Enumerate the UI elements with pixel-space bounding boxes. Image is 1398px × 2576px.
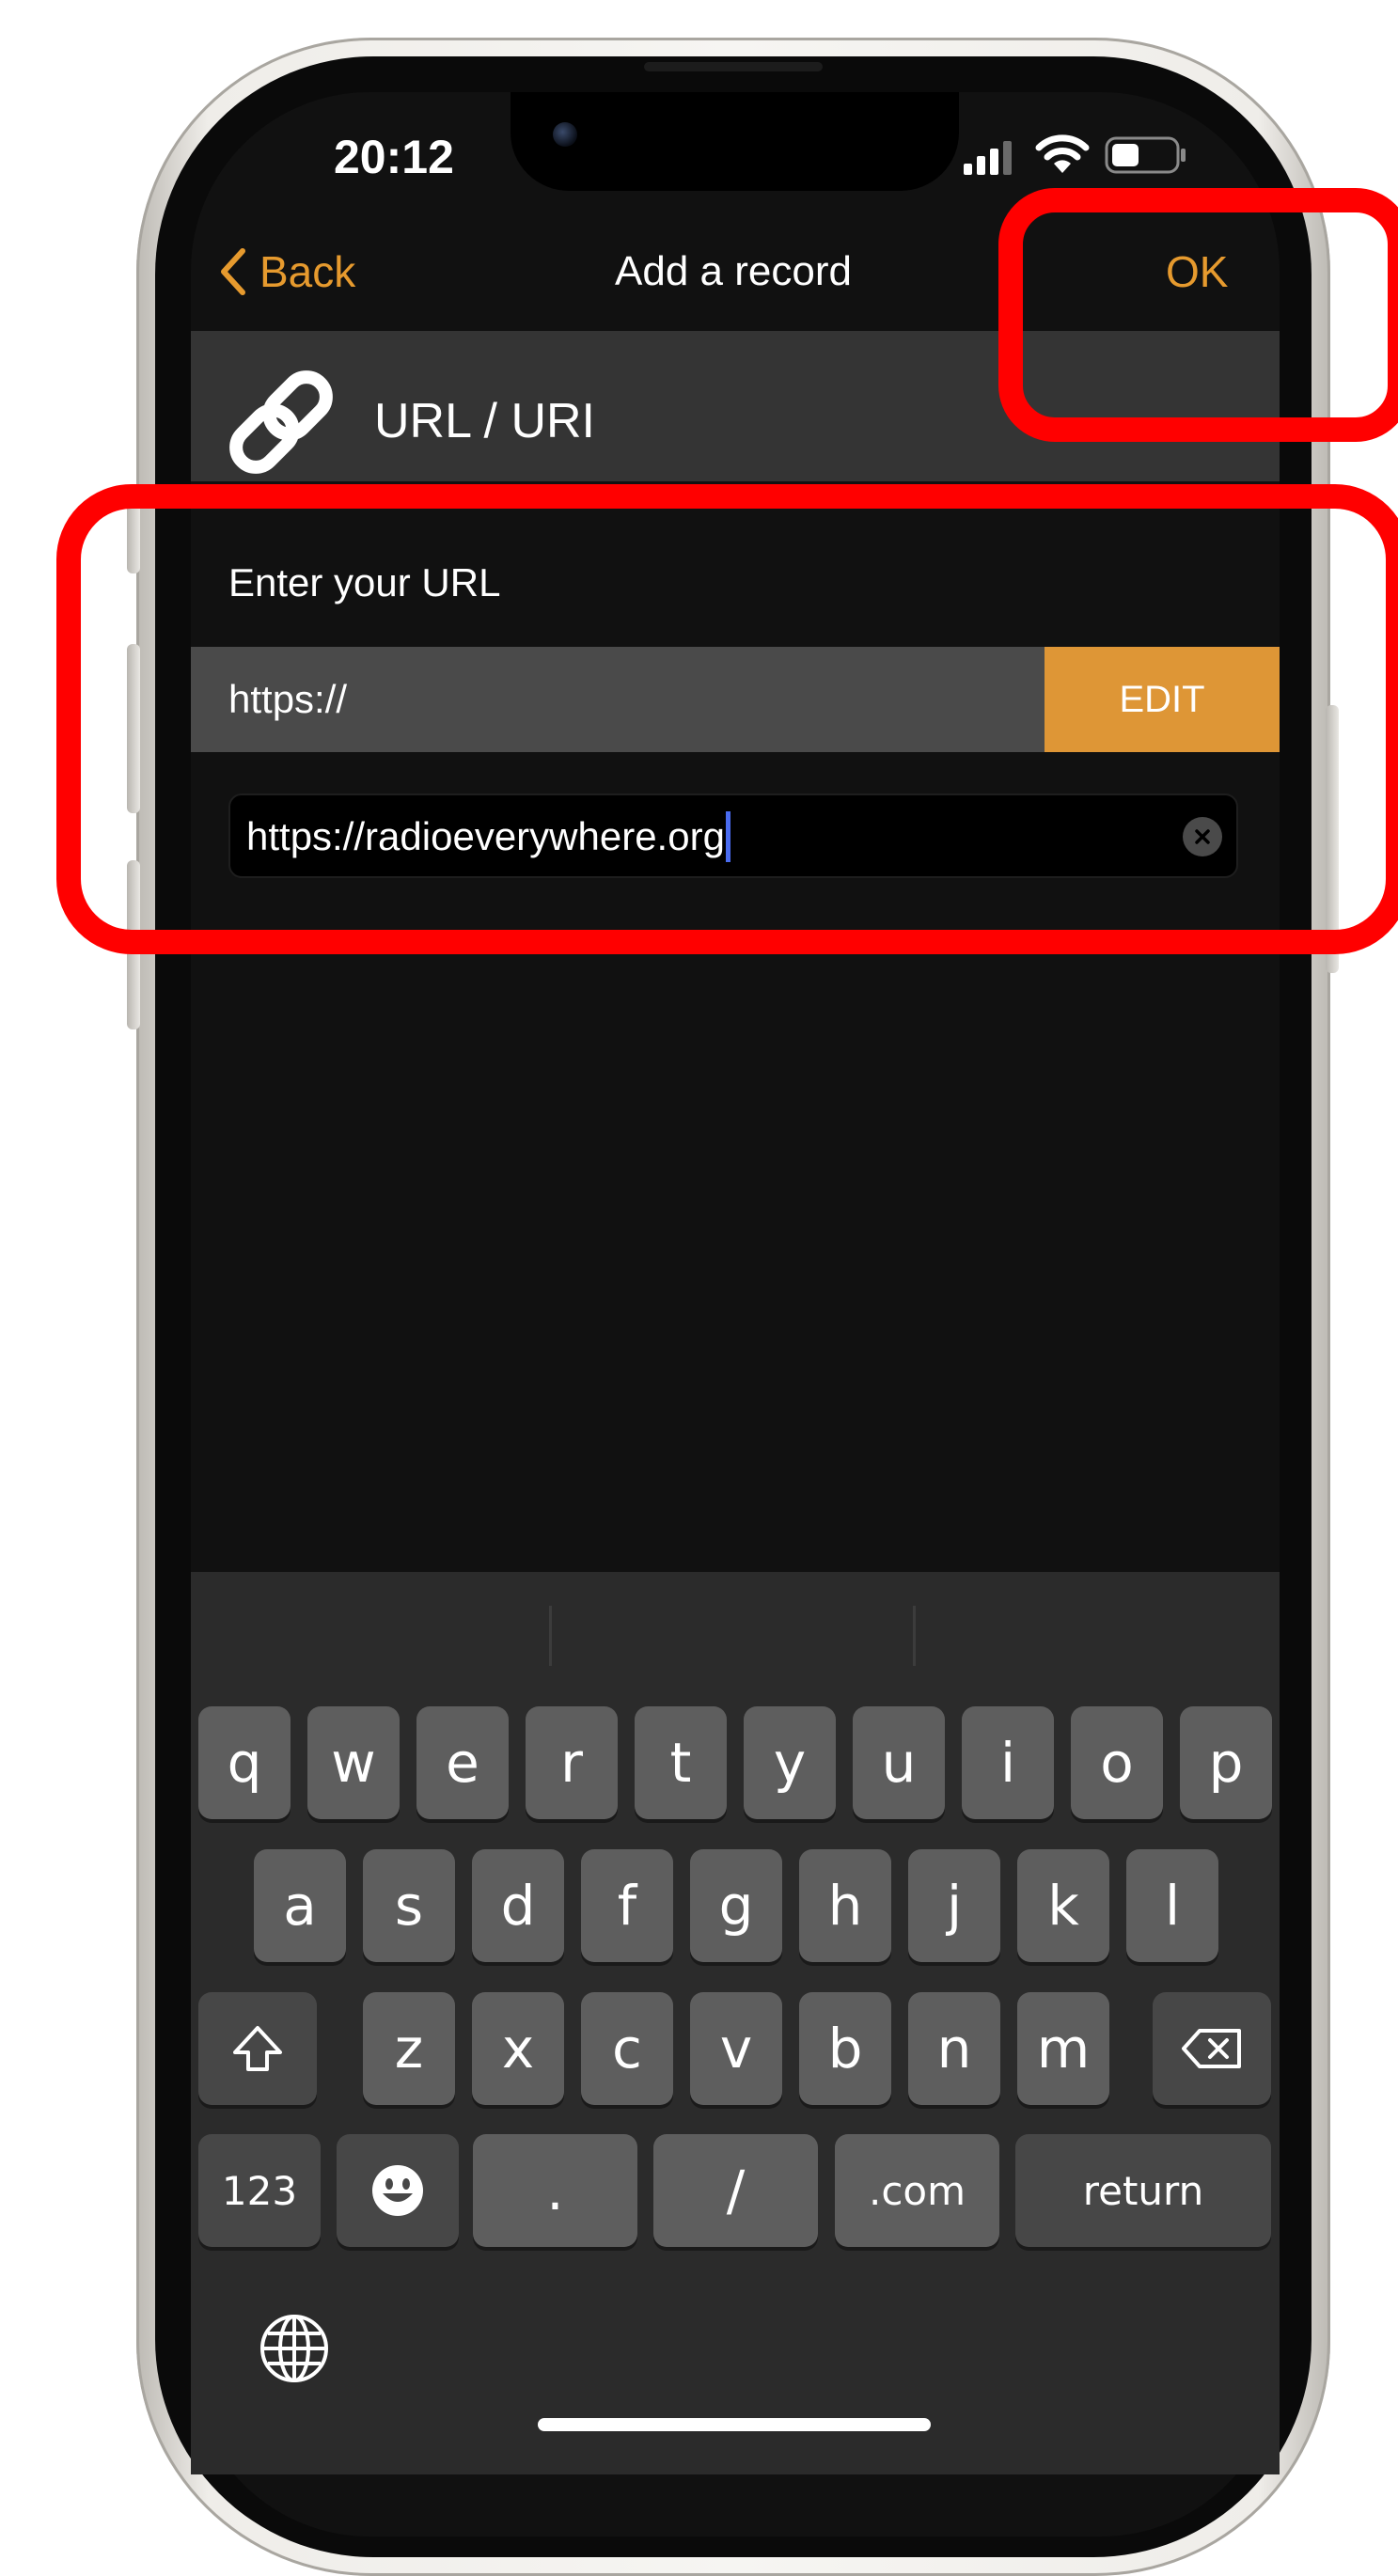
key-p[interactable]: p (1180, 1706, 1272, 1819)
key-i[interactable]: i (962, 1706, 1054, 1819)
notch (511, 92, 959, 191)
key-f[interactable]: f (581, 1849, 673, 1962)
key-h[interactable]: h (799, 1849, 891, 1962)
key-k[interactable]: k (1017, 1849, 1109, 1962)
period-key[interactable]: . (473, 2134, 637, 2247)
status-time: 20:12 (334, 131, 454, 183)
key-v[interactable]: v (690, 1992, 782, 2105)
link-icon (229, 370, 333, 474)
highlight-ok-button (998, 188, 1398, 442)
slash-key[interactable]: / (653, 2134, 818, 2247)
back-button[interactable]: Back (218, 246, 355, 297)
key-b[interactable]: b (799, 1992, 891, 2105)
prediction-divider (913, 1606, 916, 1666)
record-type-label: URL / URI (374, 394, 595, 448)
numbers-key[interactable]: 123 (198, 2134, 321, 2247)
globe-icon[interactable] (259, 2313, 330, 2384)
delete-key[interactable] (1153, 1992, 1271, 2105)
key-m[interactable]: m (1017, 1992, 1109, 2105)
page-title: Add a record (615, 248, 852, 294)
prediction-divider (549, 1606, 552, 1666)
key-w[interactable]: w (307, 1706, 400, 1819)
key-a[interactable]: a (254, 1849, 346, 1962)
key-t[interactable]: t (635, 1706, 727, 1819)
battery-icon (1105, 136, 1186, 174)
return-key[interactable]: return (1015, 2134, 1271, 2247)
cellular-signal-icon (964, 141, 1012, 175)
back-label: Back (259, 247, 356, 296)
backspace-icon (1182, 2029, 1241, 2068)
highlight-url-section (56, 484, 1398, 954)
speaker-grille (644, 62, 823, 71)
key-u[interactable]: u (853, 1706, 945, 1819)
key-q[interactable]: q (198, 1706, 291, 1819)
home-indicator (538, 2418, 931, 2431)
key-y[interactable]: y (744, 1706, 836, 1819)
key-s[interactable]: s (363, 1849, 455, 1962)
key-z[interactable]: z (363, 1992, 455, 2105)
key-x[interactable]: x (472, 1992, 564, 2105)
key-l[interactable]: l (1126, 1849, 1218, 1962)
emoji-key[interactable] (337, 2134, 459, 2247)
front-camera (553, 122, 577, 147)
dotcom-key[interactable]: .com (835, 2134, 999, 2247)
shift-icon (233, 2026, 282, 2071)
key-n[interactable]: n (908, 1992, 1000, 2105)
key-e[interactable]: e (416, 1706, 509, 1819)
wifi-icon (1035, 134, 1090, 173)
key-g[interactable]: g (690, 1849, 782, 1962)
key-d[interactable]: d (472, 1849, 564, 1962)
shift-key[interactable] (198, 1992, 317, 2105)
emoji-icon (372, 2165, 423, 2216)
chevron-left-icon (221, 248, 245, 295)
key-c[interactable]: c (581, 1992, 673, 2105)
key-j[interactable]: j (908, 1849, 1000, 1962)
key-o[interactable]: o (1071, 1706, 1163, 1819)
key-r[interactable]: r (526, 1706, 618, 1819)
